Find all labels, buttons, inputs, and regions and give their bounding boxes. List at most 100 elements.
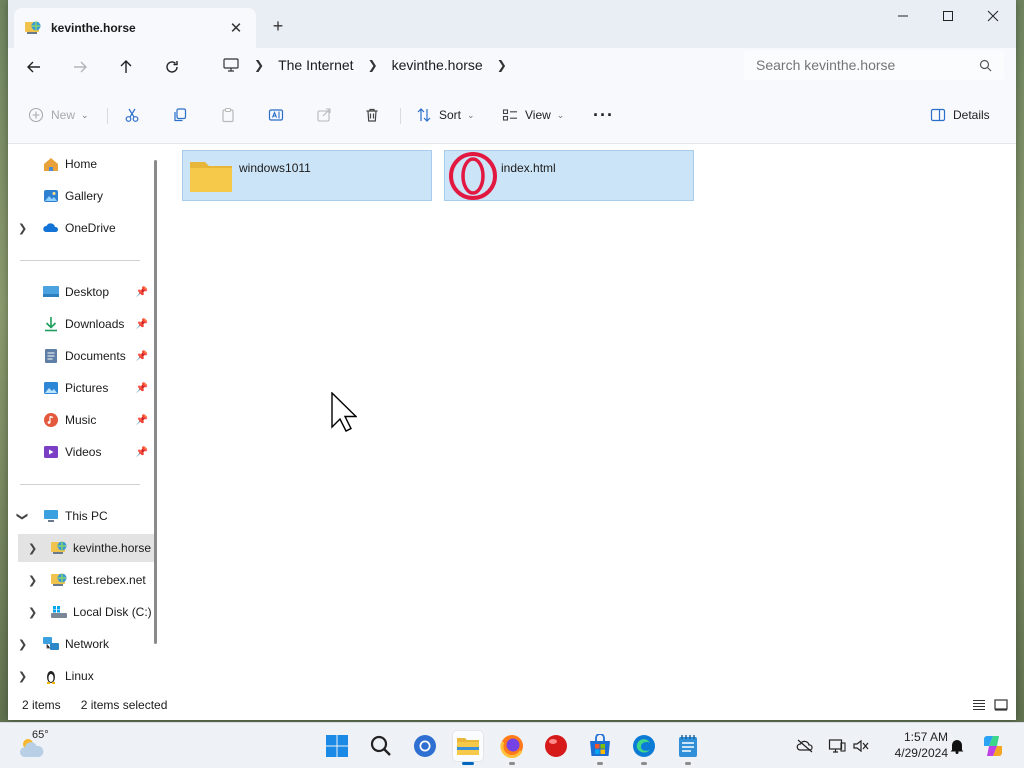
trash-icon (366, 108, 378, 122)
notepad-taskbar-button[interactable] (673, 731, 703, 765)
firefox-taskbar-button[interactable] (497, 731, 527, 765)
minimize-button[interactable] (880, 0, 926, 32)
weather-widget[interactable]: 65° (16, 727, 56, 765)
back-button[interactable] (16, 52, 52, 82)
command-bar: New ⌄ Sort ⌄ View ⌄ ··· Details (8, 86, 1016, 144)
sidebar-item-documents[interactable]: Documents 📌 (8, 342, 154, 370)
tab-kevinthe-horse[interactable]: kevinthe.horse ✕ (14, 8, 256, 48)
chevron-right-icon[interactable]: ❯ (18, 222, 27, 235)
volume-muted-icon[interactable] (850, 735, 872, 757)
download-icon (42, 316, 60, 332)
search-input[interactable] (756, 57, 979, 73)
sidebar-item-pictures[interactable]: Pictures 📌 (8, 374, 154, 402)
desktop-icon (42, 284, 60, 300)
chevron-right-icon[interactable]: ❯ (28, 542, 37, 555)
chevron-right-icon[interactable]: ❯ (28, 574, 37, 587)
details-button[interactable]: Details (930, 102, 990, 128)
sidebar-item-label: Network (65, 637, 110, 651)
chevron-right-icon[interactable]: ❯ (18, 670, 27, 683)
pin-icon[interactable]: 📌 (136, 415, 148, 426)
pin-icon[interactable]: 📌 (136, 319, 148, 330)
store-taskbar-button[interactable] (585, 731, 615, 765)
chrome-taskbar-button[interactable] (410, 731, 440, 761)
sidebar-item-gallery[interactable]: Gallery (8, 182, 154, 210)
sidebar-item-this-pc[interactable]: ❯ This PC (8, 502, 154, 530)
file-list[interactable]: windows1011 index.html (164, 144, 1016, 690)
sidebar-divider (20, 260, 140, 261)
delete-button[interactable] (364, 102, 380, 128)
breadcrumb-the-internet[interactable]: The Internet (278, 57, 354, 73)
address-bar[interactable]: ❯ The Internet ❯ kevinthe.horse ❯ (214, 50, 734, 80)
sidebar-item-label: Local Disk (C:) (73, 605, 152, 619)
file-item-windows1011[interactable]: windows1011 (182, 150, 432, 201)
refresh-button[interactable] (154, 52, 190, 82)
temperature: 65° (32, 729, 49, 741)
linux-icon (42, 668, 60, 684)
share-button[interactable] (316, 102, 332, 128)
sidebar-item-music[interactable]: Music 📌 (8, 406, 154, 434)
close-window-button[interactable] (970, 0, 1016, 32)
chevron-right-icon[interactable]: ❯ (28, 606, 37, 619)
sidebar-item-kevinthe-horse[interactable]: ❯ kevinthe.horse (18, 534, 156, 562)
details-view-toggle[interactable] (970, 696, 988, 714)
sidebar-item-linux[interactable]: ❯ Linux (8, 662, 154, 690)
sidebar-item-downloads[interactable]: Downloads 📌 (8, 310, 154, 338)
sidebar-item-local-disk[interactable]: ❯ Local Disk (C:) (18, 598, 154, 626)
forward-button[interactable] (62, 52, 98, 82)
new-tab-button[interactable]: + (266, 14, 290, 38)
sidebar-item-onedrive[interactable]: ❯ OneDrive (8, 214, 154, 242)
search-box[interactable] (744, 50, 1004, 80)
new-button[interactable]: New ⌄ (28, 102, 89, 128)
system-clock[interactable]: 1:57 AM 4/29/2024 (878, 729, 948, 761)
tab-close-button[interactable]: ✕ (226, 18, 246, 38)
search-taskbar-button[interactable] (366, 731, 396, 761)
display-tray-icon[interactable] (826, 735, 848, 757)
file-explorer-taskbar-button[interactable] (453, 731, 483, 765)
chevron-right-icon[interactable]: ❯ (497, 58, 507, 72)
sidebar-item-test-rebex-net[interactable]: ❯ test.rebex.net (18, 566, 154, 594)
chevron-right-icon[interactable]: ❯ (368, 58, 378, 72)
sidebar-item-videos[interactable]: Videos 📌 (8, 438, 154, 466)
chevron-right-icon[interactable]: ❯ (18, 638, 27, 651)
copilot-icon[interactable] (980, 733, 1006, 759)
list-view-icon (973, 699, 985, 711)
edge-taskbar-button[interactable] (629, 731, 659, 765)
breadcrumb-kevinthe-horse[interactable]: kevinthe.horse (392, 57, 483, 73)
sidebar-item-network[interactable]: ❯ Network (8, 630, 154, 658)
onedrive-tray-icon[interactable] (794, 735, 816, 757)
pin-icon[interactable]: 📌 (136, 287, 148, 298)
sidebar-item-label: This PC (65, 509, 108, 523)
cloud-icon (42, 220, 60, 236)
status-bar: 2 items 2 items selected (8, 690, 1016, 720)
more-options-button[interactable]: ··· (593, 102, 614, 128)
paste-button[interactable] (220, 102, 236, 128)
red-ball-app-taskbar-button[interactable] (541, 731, 571, 761)
taskbar: 65° 1:57 AM 4/29/2024 (0, 722, 1024, 768)
copy-button[interactable] (172, 102, 188, 128)
chevron-right-icon[interactable]: ❯ (254, 58, 264, 72)
search-icon[interactable] (979, 59, 992, 72)
start-button[interactable] (322, 731, 352, 761)
network-drive-icon (24, 20, 42, 36)
up-button[interactable] (108, 52, 144, 82)
notification-bell-icon[interactable] (946, 735, 968, 757)
cut-button[interactable] (124, 102, 140, 128)
sidebar-item-home[interactable]: Home (8, 150, 154, 178)
sidebar-item-label: Gallery (65, 189, 104, 203)
tiles-view-toggle[interactable] (992, 696, 1010, 714)
rename-button[interactable] (268, 102, 284, 128)
red-ball-icon (545, 735, 567, 757)
sidebar-item-desktop[interactable]: Desktop 📌 (8, 278, 154, 306)
navigation-pane: Home Gallery ❯ OneDrive Desktop 📌 Downlo… (8, 144, 164, 690)
sidebar-scrollbar[interactable] (154, 160, 157, 644)
toolbar-divider (107, 108, 108, 124)
sidebar-item-label: Home (65, 157, 98, 171)
file-item-index-html[interactable]: index.html (444, 150, 694, 201)
pin-icon[interactable]: 📌 (136, 351, 148, 362)
sort-button[interactable]: Sort ⌄ (416, 102, 475, 128)
pin-icon[interactable]: 📌 (136, 447, 148, 458)
view-button[interactable]: View ⌄ (502, 102, 564, 128)
pin-icon[interactable]: 📌 (136, 383, 148, 394)
maximize-button[interactable] (925, 0, 971, 32)
chevron-down-icon[interactable]: ❯ (16, 511, 29, 520)
